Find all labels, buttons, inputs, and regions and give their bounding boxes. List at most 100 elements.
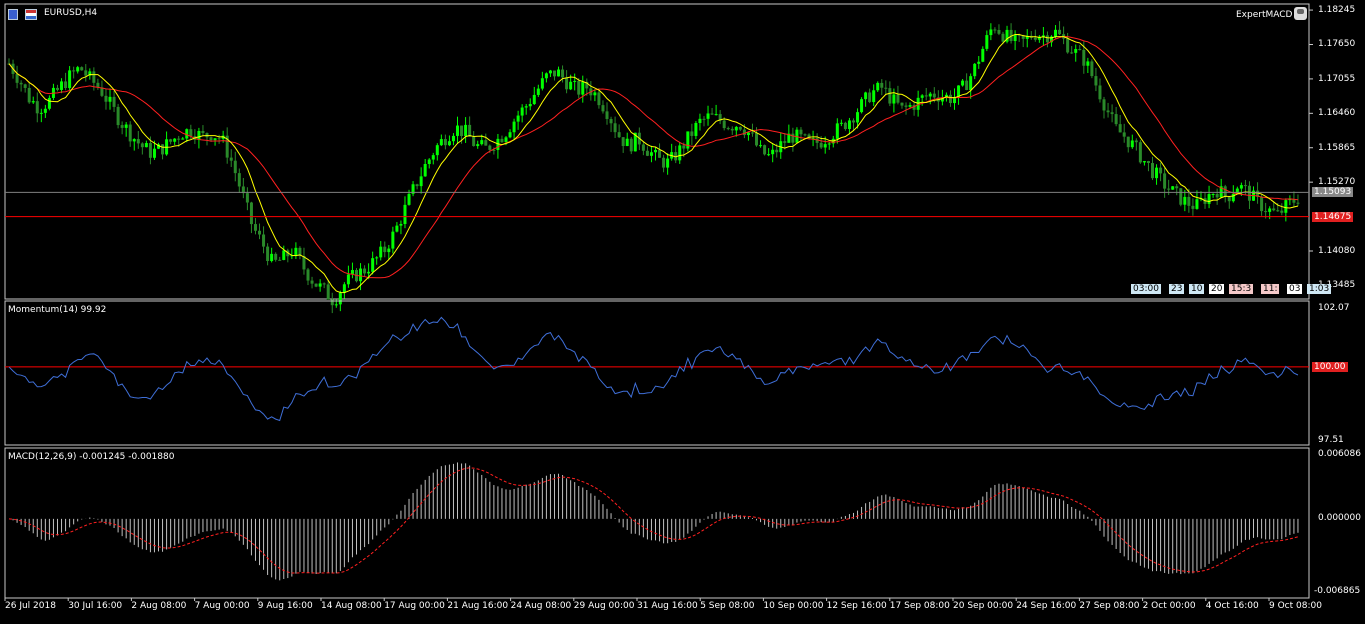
candle-body	[435, 145, 439, 156]
candle-body	[577, 80, 581, 95]
candle-body	[948, 94, 952, 104]
candle-body	[904, 105, 908, 107]
macd-axis-bottom: -0.006865	[1314, 586, 1361, 596]
candle-body	[662, 157, 666, 168]
candle-body	[847, 120, 851, 130]
candle-body	[270, 253, 274, 262]
candle-body	[334, 304, 338, 306]
candle-body	[799, 129, 803, 135]
candle-body	[536, 88, 540, 95]
candle-body	[557, 69, 561, 77]
candle-body	[1086, 61, 1090, 66]
expert-name: ExpertMACD	[1236, 10, 1293, 20]
candle-body	[15, 73, 19, 83]
chart-window[interactable]: EURUSD,H4 ExpertMACD 1.18245 1.17650 1.170…	[0, 0, 1365, 624]
chart-canvas[interactable]	[0, 0, 1365, 624]
time-axis-label: 17 Sep 08:00	[889, 601, 950, 611]
candle-body	[722, 120, 726, 129]
macd-frame	[4, 447, 1310, 599]
candle-body	[128, 124, 132, 142]
time-badge: 10	[1189, 284, 1205, 294]
candle-body	[682, 145, 686, 149]
candle-body	[908, 105, 912, 107]
candle-body	[783, 141, 787, 143]
candle-body	[892, 94, 896, 104]
candle-body	[407, 193, 411, 205]
candle-body	[322, 283, 326, 285]
candle-body	[1126, 136, 1130, 148]
candle-body	[120, 125, 124, 128]
candle-body	[116, 106, 120, 126]
candle-body	[124, 124, 128, 128]
candle-body	[540, 78, 544, 89]
candle-body	[47, 97, 51, 109]
candle-body	[1134, 140, 1138, 143]
ma-slow-line	[8, 35, 1299, 279]
chart-type-icon[interactable]	[8, 9, 18, 20]
candle-body	[1207, 194, 1211, 204]
candle-body	[399, 223, 403, 226]
momentum-axis-top: 102.07	[1318, 303, 1350, 313]
momentum-panel[interactable]	[4, 300, 1310, 446]
candle-body	[706, 113, 710, 119]
candle-body	[80, 67, 84, 71]
candle-body	[629, 138, 633, 152]
candle-body	[500, 138, 504, 143]
candle-body	[803, 134, 807, 136]
macd-panel[interactable]	[4, 447, 1310, 601]
time-axis-label: 21 Aug 16:00	[447, 601, 509, 611]
price-axis-label: 1.17055	[1318, 73, 1356, 84]
candle-body	[451, 135, 455, 142]
expert-hat-icon[interactable]	[1294, 7, 1307, 20]
candle-body	[363, 268, 367, 274]
candle-body	[1264, 211, 1268, 213]
candle-body	[161, 144, 165, 155]
candle-body	[136, 139, 140, 144]
candle-body	[27, 87, 31, 103]
momentum-title: Momentum(14) 99.92	[8, 305, 107, 315]
candle-body	[383, 246, 387, 253]
candle-body	[597, 92, 601, 106]
candle-body	[484, 140, 488, 146]
candle-body	[346, 274, 350, 285]
candle-body	[569, 81, 573, 90]
candle-body	[860, 99, 864, 113]
candle-body	[649, 152, 653, 156]
candle-body	[64, 81, 68, 89]
candle-body	[395, 225, 399, 232]
momentum-frame	[4, 300, 1310, 446]
candle-body	[23, 84, 27, 88]
candle-body	[738, 126, 742, 130]
candle-body	[702, 118, 706, 120]
candle-body	[835, 123, 839, 139]
candle-body	[843, 122, 847, 130]
candle-body	[823, 144, 827, 148]
candle-body	[217, 138, 221, 140]
candle-body	[654, 149, 657, 153]
candle-body	[447, 141, 451, 146]
candle-body	[148, 143, 152, 158]
candle-body	[965, 80, 969, 90]
candle-body	[92, 71, 96, 83]
candle-body	[856, 112, 860, 123]
time-axis-label: 9 Aug 16:00	[257, 601, 313, 611]
price-axis-label: 1.18245	[1318, 5, 1356, 16]
time-axis-label: 5 Sep 08:00	[700, 601, 755, 611]
candle-body	[1155, 167, 1159, 179]
candle-body	[39, 112, 43, 114]
candle-body	[997, 30, 1001, 34]
candle-body	[1102, 99, 1106, 111]
time-badge: 23	[1169, 284, 1185, 294]
candle-body	[209, 137, 213, 141]
candle-body	[605, 111, 609, 119]
candle-body	[896, 94, 900, 103]
candle-body	[1110, 112, 1114, 115]
candle-body	[132, 139, 136, 142]
candle-body	[900, 102, 904, 106]
candle-body	[140, 143, 144, 148]
candle-body	[641, 144, 645, 151]
candle-body	[480, 140, 484, 145]
price-panel[interactable]	[4, 3, 1313, 314]
candle-body	[1284, 200, 1288, 213]
candle-body	[43, 108, 47, 113]
